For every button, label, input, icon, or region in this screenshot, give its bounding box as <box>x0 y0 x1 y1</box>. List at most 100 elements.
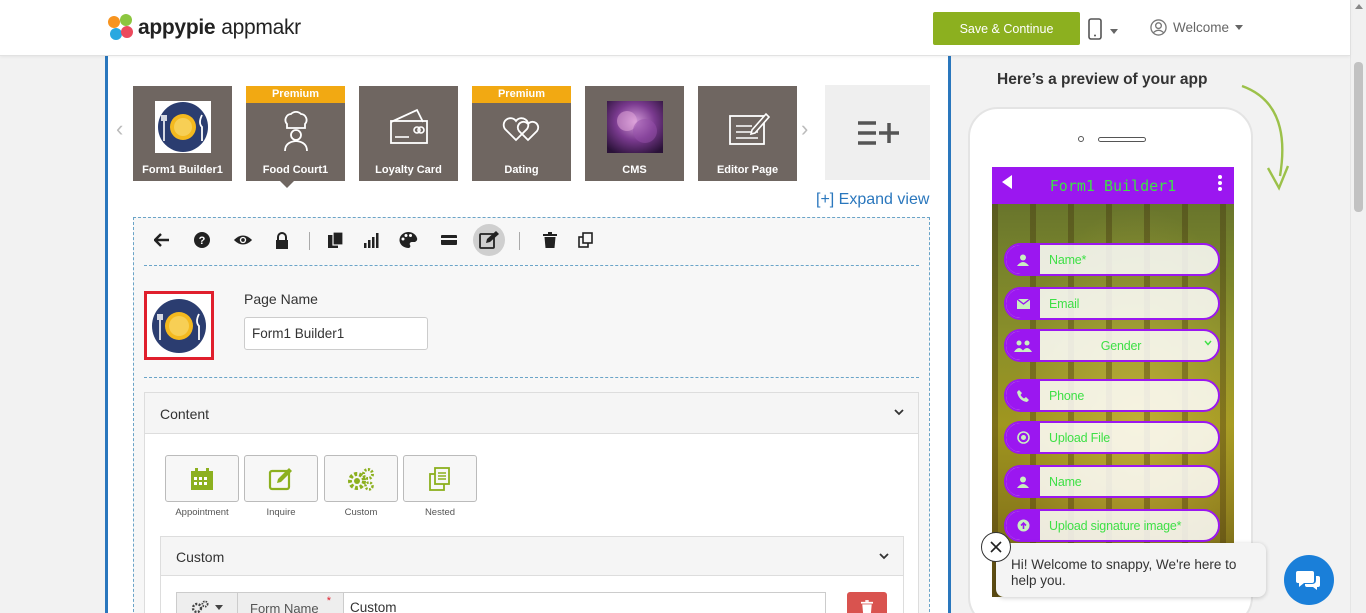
device-selector[interactable] <box>1088 16 1124 42</box>
feature-label: Nested <box>424 507 456 518</box>
scroll-thumb[interactable] <box>1354 62 1363 212</box>
active-page-pointer <box>279 180 295 188</box>
form-settings-dropdown[interactable] <box>176 592 238 613</box>
expand-view-link[interactable]: [+] Expand view <box>816 191 929 209</box>
chat-bubbles-icon <box>1296 571 1320 590</box>
back-arrow-icon[interactable] <box>152 230 172 250</box>
page-scrollbar[interactable] <box>1350 0 1366 613</box>
form-name-input[interactable]: Custom <box>344 592 826 613</box>
user-menu[interactable]: Welcome <box>1150 19 1245 36</box>
cms-image-icon <box>606 101 663 156</box>
calendar-icon <box>191 467 213 490</box>
appypie-logo[interactable]: appypie appmakr <box>108 14 301 42</box>
page-tile-loyalty-card[interactable]: Loyalty Card <box>359 86 458 181</box>
chat-message: Hi! Welcome to snappy, We're here to hel… <box>1011 557 1237 588</box>
user-avatar-icon <box>1150 19 1167 36</box>
page-tile-label: Dating <box>504 164 539 176</box>
user-icon <box>1006 467 1040 496</box>
scroll-up-arrow[interactable] <box>1355 4 1363 9</box>
page-toolbar: ? <box>144 218 919 266</box>
lock-icon[interactable] <box>272 230 292 250</box>
app-field-label: Name <box>1049 475 1082 489</box>
payment-card-icon[interactable] <box>439 230 459 250</box>
nested-feature-button[interactable] <box>403 455 477 502</box>
group-icon <box>1006 331 1040 360</box>
help-icon[interactable]: ? <box>192 230 212 250</box>
upload-circle-icon <box>1006 423 1040 452</box>
phone-preview-frame: Form1 Builder1 Name* Email Gender Phone … <box>968 107 1253 613</box>
signal-bars-icon[interactable] <box>362 230 382 250</box>
feature-label: Inquire <box>266 507 296 518</box>
page-tile-dating[interactable]: Premium Dating <box>472 86 571 181</box>
form-name-value: Custom <box>350 600 397 613</box>
app-field-name[interactable]: Name* <box>1004 243 1220 276</box>
user-icon <box>1006 245 1040 274</box>
page-tile-food-court[interactable]: Premium Food Court1 <box>246 86 345 181</box>
page-tile-form-builder[interactable]: Form1 Builder1 <box>133 86 232 181</box>
app-field-label: Name* <box>1049 253 1087 267</box>
content-accordion-header[interactable]: Content <box>145 393 918 434</box>
duplicate-icon[interactable] <box>576 230 596 250</box>
chat-launcher-button[interactable] <box>1284 555 1334 605</box>
content-panel: Content Appointment Inquire Custom Neste… <box>144 392 919 613</box>
preview-title: Here’s a preview of your app <box>997 71 1208 88</box>
app-field-gender[interactable]: Gender <box>1004 329 1220 362</box>
chevron-down-icon <box>879 549 889 563</box>
food-plate-icon <box>152 298 206 353</box>
chat-close-button[interactable] <box>981 532 1011 562</box>
divider <box>144 377 919 378</box>
nested-docs-icon <box>429 466 450 491</box>
phone-camera <box>1078 136 1084 142</box>
logo-mark-icon <box>108 14 134 42</box>
app-field-phone[interactable]: Phone <box>1004 379 1220 412</box>
kebab-menu-icon[interactable] <box>1218 175 1222 191</box>
add-page-button[interactable] <box>825 85 930 180</box>
app-field-upload-signature[interactable]: Upload signature image* <box>1004 509 1220 542</box>
app-field-name-2[interactable]: Name <box>1004 465 1220 498</box>
app-field-upload-file[interactable]: Upload File <box>1004 421 1220 454</box>
page-settings-box: ? Page Name Form1 Builder1 Content Appoi… <box>133 217 930 613</box>
form-name-row: Form Name * Custom <box>176 592 826 613</box>
page-tile-editor[interactable]: Editor Page <box>698 86 797 181</box>
delete-form-button[interactable] <box>847 592 887 613</box>
chevron-down-icon <box>1110 29 1118 34</box>
inquire-feature-button[interactable] <box>244 455 318 502</box>
phone-icon <box>1006 381 1040 410</box>
page-tile-label: Loyalty Card <box>375 164 442 176</box>
page-tile-cms[interactable]: CMS <box>585 86 684 181</box>
page-tile-label: Editor Page <box>716 164 779 176</box>
chevron-down-icon <box>1204 338 1212 349</box>
page-name-input[interactable]: Form1 Builder1 <box>244 317 428 350</box>
pages-next-arrow[interactable]: › <box>801 116 808 142</box>
app-field-email[interactable]: Email <box>1004 287 1220 320</box>
envelope-icon <box>1006 289 1040 318</box>
edit-form-icon[interactable] <box>479 230 499 250</box>
chat-welcome-bubble[interactable]: Hi! Welcome to snappy, We're here to hel… <box>996 543 1266 597</box>
custom-form-panel: Custom Form Name * Custom <box>160 536 904 613</box>
chef-icon <box>278 110 314 155</box>
visibility-eye-icon[interactable] <box>233 230 253 250</box>
page-tile-label: CMS <box>622 164 647 176</box>
palette-icon[interactable] <box>398 230 418 250</box>
upload-arrow-icon <box>1006 511 1040 540</box>
trash-can-icon[interactable] <box>540 230 560 250</box>
appointment-feature-button[interactable] <box>165 455 239 502</box>
close-icon <box>990 541 1002 553</box>
copy-pages-icon[interactable] <box>326 230 346 250</box>
mobile-device-icon <box>1088 18 1102 40</box>
feature-label: Appointment <box>175 507 229 518</box>
save-continue-button[interactable]: Save & Continue <box>933 12 1080 45</box>
welcome-label: Welcome <box>1173 20 1230 35</box>
custom-accordion-header[interactable]: Custom <box>161 537 903 576</box>
custom-feature-button[interactable] <box>324 455 398 502</box>
page-name-value: Form1 Builder1 <box>252 326 345 341</box>
loyalty-card-icon <box>387 106 431 149</box>
app-page-title: Form1 Builder1 <box>1049 177 1177 195</box>
pages-prev-arrow[interactable]: ‹ <box>116 116 123 142</box>
svg-text:?: ? <box>199 235 206 247</box>
page-icon-upload[interactable] <box>144 291 214 360</box>
form-name-label: Form Name * <box>238 592 344 613</box>
hearts-icon <box>500 112 544 147</box>
feature-label: Custom <box>344 507 378 518</box>
phone-speaker <box>1098 137 1146 142</box>
